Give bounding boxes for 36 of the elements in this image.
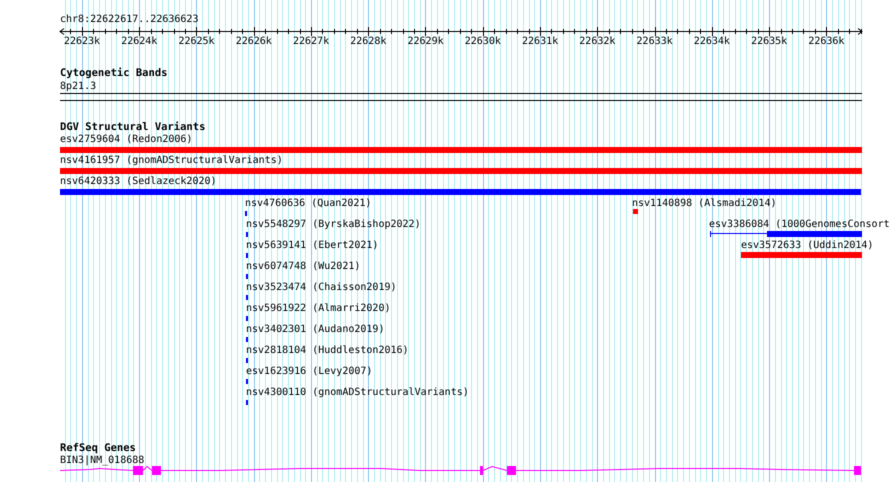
tick-label: 22632k [579, 36, 616, 47]
tick-label: 22624k [121, 36, 158, 47]
tick-label: 22633k [636, 36, 673, 47]
variant-label: nsv3523474 (Chaisson2019) [246, 282, 397, 293]
variant-label: nsv1140898 (Alsmadi2014) [632, 198, 776, 209]
tick-label: 22630k [464, 36, 501, 47]
variant-label: nsv4161957 (gnomADStructuralVariants) [60, 155, 283, 166]
variant-label: nsv4760636 (Quan2021) [245, 198, 372, 209]
variant-label: nsv5961922 (Almarri2020) [246, 303, 390, 314]
variant-label: esv3572633 (Uddin2014) [741, 240, 874, 251]
track-title: Cytogenetic Bands [60, 68, 168, 79]
variant-label: nsv4300110 (gnomADStructuralVariants) [246, 387, 469, 398]
tick-label: 22628k [350, 36, 386, 47]
cytoband-label: 8p21.3 [60, 81, 96, 92]
variant-label: nsv6074748 (Wu2021) [246, 261, 360, 272]
tick-label: 22635k [751, 36, 788, 47]
tick-label: 22623k [64, 36, 100, 47]
tick-label: 22625k [178, 36, 214, 47]
variant-label: nsv6420333 (Sedlazeck2020) [60, 176, 217, 187]
location-label: chr8:22622617..22636623 [60, 14, 198, 25]
variant-label: nsv3402301 (Audano2019) [246, 324, 384, 335]
gene-label: BIN3|NM_018688 [60, 455, 144, 466]
tick-label: 22627k [292, 36, 329, 47]
tick-label: 22629k [407, 36, 444, 47]
tick-label: 22634k [694, 36, 730, 47]
variant-label: esv1623916 (Levy2007) [246, 366, 372, 377]
variant-label: nsv2818104 (Huddleston2016) [246, 345, 409, 356]
variant-label: nsv5548297 (ByrskaBishop2022) [246, 219, 421, 230]
variant-label: esv3386084 (1000GenomesConsort [709, 219, 890, 230]
tick-label: 22631k [522, 36, 558, 47]
track-title: DGV Structural Variants [60, 122, 206, 133]
tick-label: 22636k [808, 36, 844, 47]
tick-label: 22626k [236, 36, 272, 47]
track-title: RefSeq Genes [60, 443, 136, 454]
variant-label: nsv5639141 (Ebert2021) [246, 240, 378, 251]
variant-label: esv2759604 (Redon2006) [60, 134, 192, 145]
